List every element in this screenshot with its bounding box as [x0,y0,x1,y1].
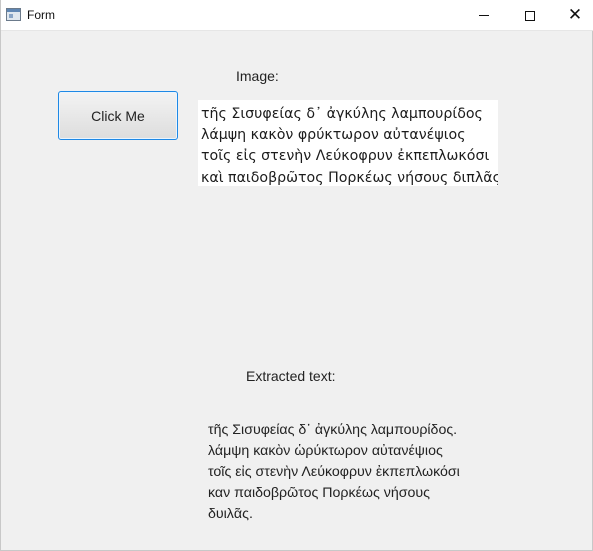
image-display: τῆς Σισυφείας δ᾽ ἀγκύλης λαμπουρίδος λάμ… [198,100,498,186]
minimize-button[interactable] [461,0,507,31]
title-bar[interactable]: Form ✕ [1,0,593,31]
extracted-text-label: Extracted text: [246,368,336,384]
maximize-button[interactable] [507,0,553,31]
image-label: Image: [236,68,279,84]
maximize-icon [525,10,535,21]
click-me-button[interactable]: Click Me [58,91,178,140]
extracted-text-output: τῆς Σισυφείας δ᾽ ἀγκύλης λαμπουρίδος. λά… [208,420,498,525]
extracted-text-line: καν παιδοβρῶτος Πορκέως νήσους [208,485,430,501]
extracted-text-line: τοῖς εἰς στενὴν Λεύκοφρυν ἐκπεπλωκόσι [208,464,460,480]
extracted-text-line: λάμψη κακὸν ὡρύκτωρον αὐτανέψιος [208,443,443,459]
image-text-line: καὶ παιδοβρῶτος Πορκέως νήσους διπλᾶς [201,169,498,186]
image-text-line: λάμψη κακὸν φρύκτωρον αὐτανέψιος [201,127,466,144]
image-text-line: τοῖς εἰς στενὴν Λεύκοφρυν ἐκπεπλωκόσι [201,148,490,165]
form-client-area: Click Me Image: τῆς Σισυφείας δ᾽ ἀγκύλης… [1,31,593,551]
close-icon: ✕ [567,5,583,25]
extracted-text-line: τῆς Σισυφείας δ᾽ ἀγκύλης λαμπουρίδος. [208,422,458,438]
image-text-line: τῆς Σισυφείας δ᾽ ἀγκύλης λαμπουρίδος [201,106,483,122]
form-window: Form ✕ Click Me Image: τῆς Σισυφείας δ᾽ … [0,0,593,551]
minimize-icon [479,15,489,16]
close-button[interactable]: ✕ [552,0,593,31]
extracted-text-line: δυιλᾶς. [208,506,253,522]
window-title: Form [27,8,55,22]
application-form-icon [6,8,21,21]
